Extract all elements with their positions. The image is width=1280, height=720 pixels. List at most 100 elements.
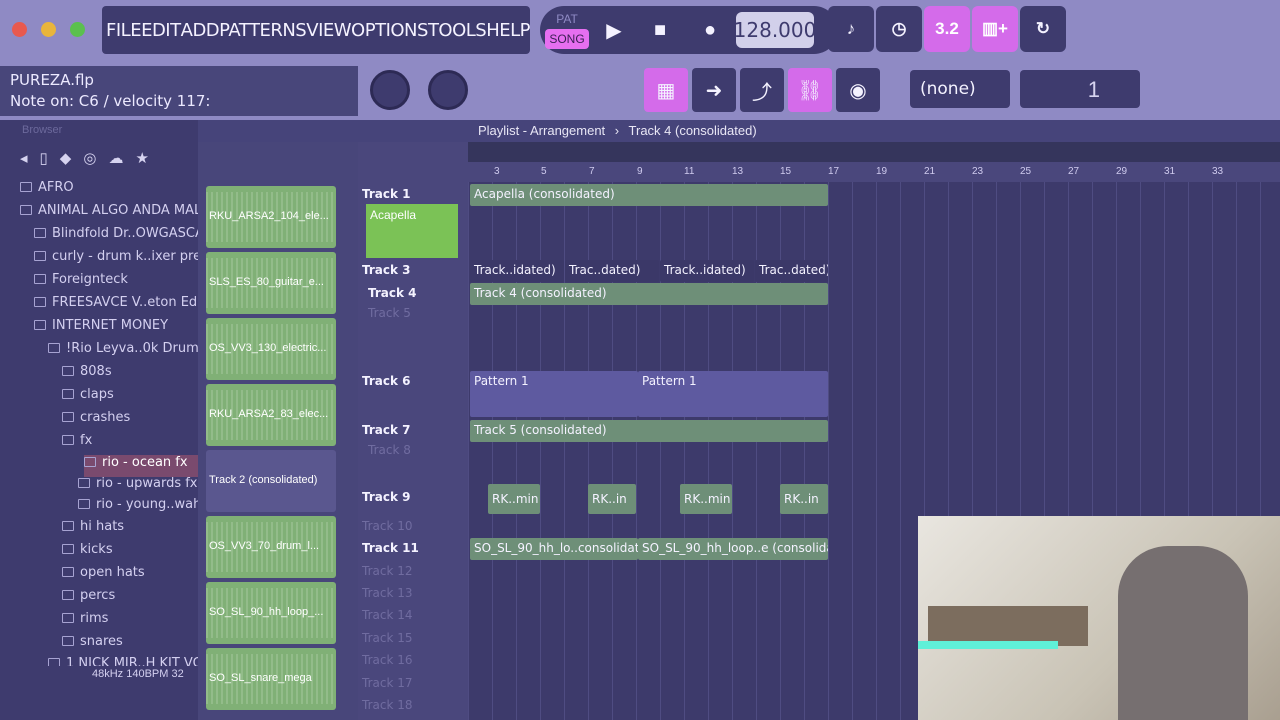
browser-item[interactable]: hi hats — [62, 519, 124, 541]
step-icon[interactable]: ▥+ — [972, 6, 1018, 52]
browser-item[interactable]: snares — [62, 634, 123, 656]
menu-help[interactable]: HELP — [486, 20, 530, 41]
browser-item[interactable]: rio - upwards fx — [78, 476, 198, 498]
track-name[interactable]: Track 8 — [368, 443, 411, 457]
browser-tab-all-icon[interactable]: ◂ — [20, 149, 28, 167]
audio-clip[interactable]: RK..in — [588, 484, 636, 514]
master-volume-knob[interactable] — [370, 70, 410, 110]
track-name[interactable]: Track 14 — [362, 608, 412, 622]
track-name[interactable]: Track 15 — [362, 631, 412, 645]
loop-record-icon[interactable]: ↻ — [1020, 6, 1066, 52]
track-name[interactable]: Track 5 — [368, 306, 411, 320]
audio-clip[interactable]: RK..min — [488, 484, 540, 514]
play-icon[interactable]: ▶ — [594, 10, 634, 50]
audio-clip[interactable]: Acapella (consolidated) — [470, 184, 828, 206]
pattern-selector[interactable]: 1 — [1020, 70, 1140, 108]
track-name[interactable]: Track 18 — [362, 698, 412, 712]
track-name[interactable]: Track 16 — [362, 653, 412, 667]
audio-clip[interactable]: Track..idated) — [470, 260, 564, 282]
browser-tab-files-icon[interactable]: ▯ — [40, 149, 48, 167]
track-name[interactable]: Track 9 — [362, 490, 411, 504]
browser-item[interactable]: fx — [62, 433, 92, 455]
pat-song-toggle[interactable]: PAT SONG — [545, 9, 589, 51]
plugin-icon[interactable]: ⤴ — [740, 68, 784, 112]
pat-mode[interactable]: PAT — [545, 9, 589, 29]
track-name[interactable]: Track 17 — [362, 676, 412, 690]
midi-input-select[interactable]: (none) — [910, 70, 1010, 108]
mixer-icon[interactable]: ◉ — [836, 68, 880, 112]
playlist-track-selector[interactable]: Track 4 (consolidated) — [629, 123, 757, 138]
browser-item[interactable]: AFRO — [20, 180, 74, 202]
menu-tools[interactable]: TOOLS — [428, 20, 487, 41]
master-pitch-knob[interactable] — [428, 70, 468, 110]
tempo-display[interactable]: 128.000 — [734, 12, 816, 48]
pattern-clip[interactable]: Pattern 1 — [638, 371, 828, 417]
metronome-icon[interactable]: ♪ — [828, 6, 874, 52]
close-button[interactable] — [12, 22, 27, 37]
browser-item[interactable]: INTERNET MONEY — [34, 318, 168, 340]
track-name[interactable]: Track 11 — [362, 541, 419, 555]
channel-button[interactable]: Track 2 (consolidated) — [206, 450, 336, 512]
wait-icon[interactable]: ◷ — [876, 6, 922, 52]
countdown-icon[interactable]: 3.2 — [924, 6, 970, 52]
audio-clip[interactable]: SO_SL_90_hh_lo..consolidated) — [470, 538, 638, 560]
audio-clip[interactable]: RK..in — [780, 484, 828, 514]
menu-patterns[interactable]: PATTERNS — [219, 20, 307, 41]
track-name[interactable]: Track 6 — [362, 374, 411, 388]
browser-item[interactable]: crashes — [62, 410, 130, 432]
menu-view[interactable]: VIEW — [306, 20, 351, 41]
audio-clip[interactable]: Track 4 (consolidated) — [470, 283, 828, 305]
browser-item[interactable]: Foreignteck — [34, 272, 128, 294]
browser-item[interactable]: ANIMAL ALGO ANDA MAL — [20, 203, 201, 225]
arrow-icon[interactable]: ➜ — [692, 68, 736, 112]
browser-item[interactable]: 808s — [62, 364, 112, 386]
audio-clip[interactable]: Track..idated) — [660, 260, 754, 282]
browser-item[interactable]: claps — [62, 387, 114, 409]
playlist-icon[interactable]: ▦ — [644, 68, 688, 112]
audio-clip[interactable]: SO_SL_90_hh_loop..e (consolidated) — [638, 538, 828, 560]
track-name[interactable]: Track 1 — [362, 187, 411, 201]
menu-add[interactable]: ADD — [181, 20, 220, 41]
audio-clip[interactable]: Track 5 (consolidated) — [470, 420, 828, 442]
channel-button[interactable]: SLS_ES_80_guitar_e... — [206, 252, 336, 314]
browser-item[interactable]: kicks — [62, 542, 113, 564]
menu-edit[interactable]: EDIT — [141, 20, 181, 41]
audio-clip[interactable]: Trac..dated) — [565, 260, 659, 282]
browser-tab-star-icon[interactable]: ★ — [135, 149, 148, 167]
timeline-ruler[interactable]: 3 5 7 9 11 13 15 17 19 21 23 25 27 29 31… — [468, 162, 1280, 182]
pattern-clip[interactable]: Pattern 1 — [470, 371, 638, 417]
browser-item[interactable]: !Rio Leyva..0k Drumkit — [48, 341, 215, 363]
browser-item[interactable]: rims — [62, 611, 108, 633]
browser-tab-cloud-icon[interactable]: ☁ — [108, 149, 123, 167]
browser-item-selected[interactable]: rio - ocean fx — [84, 455, 198, 477]
browser-item[interactable]: open hats — [62, 565, 145, 587]
acapella-track-label[interactable]: Acapella — [366, 204, 458, 258]
stop-icon[interactable]: ■ — [640, 10, 680, 50]
menu-file[interactable]: FILE — [106, 20, 142, 41]
audio-clip[interactable]: RK..min — [680, 484, 732, 514]
pattern-number: 1 — [1087, 77, 1100, 102]
channel-button[interactable]: SO_SL_snare_mega — [206, 648, 336, 710]
track-name[interactable]: Track 10 — [362, 519, 412, 533]
track-name[interactable]: Track 7 — [362, 423, 411, 437]
menu-options[interactable]: OPTIONS — [351, 20, 428, 41]
audio-clip[interactable]: Trac..dated) — [755, 260, 828, 282]
channel-button[interactable]: RKU_ARSA2_83_elec... — [206, 384, 336, 446]
browser-item[interactable]: 1 NICK MIR..H KIT VOL 1 — [48, 656, 222, 666]
browser-tab-plugins-icon[interactable]: ◆ — [60, 149, 72, 167]
song-mode[interactable]: SONG — [545, 29, 589, 49]
maximize-button[interactable] — [70, 22, 85, 37]
track-name[interactable]: Track 13 — [362, 586, 412, 600]
channel-button[interactable]: OS_VV3_70_drum_l... — [206, 516, 336, 578]
channel-button[interactable]: SO_SL_90_hh_loop_... — [206, 582, 336, 644]
channel-button[interactable]: RKU_ARSA2_104_ele... — [206, 186, 336, 248]
link-icon[interactable]: ⛓ — [788, 68, 832, 112]
minimize-button[interactable] — [41, 22, 56, 37]
channel-button[interactable]: OS_VV3_130_electric... — [206, 318, 336, 380]
track-name[interactable]: Track 3 — [362, 263, 411, 277]
browser-tab-web-icon[interactable]: ◎ — [83, 149, 96, 167]
browser-item[interactable]: percs — [62, 588, 115, 610]
track-name[interactable]: Track 4 — [368, 286, 417, 300]
record-icon[interactable]: ● — [690, 10, 730, 50]
track-name[interactable]: Track 12 — [362, 564, 412, 578]
